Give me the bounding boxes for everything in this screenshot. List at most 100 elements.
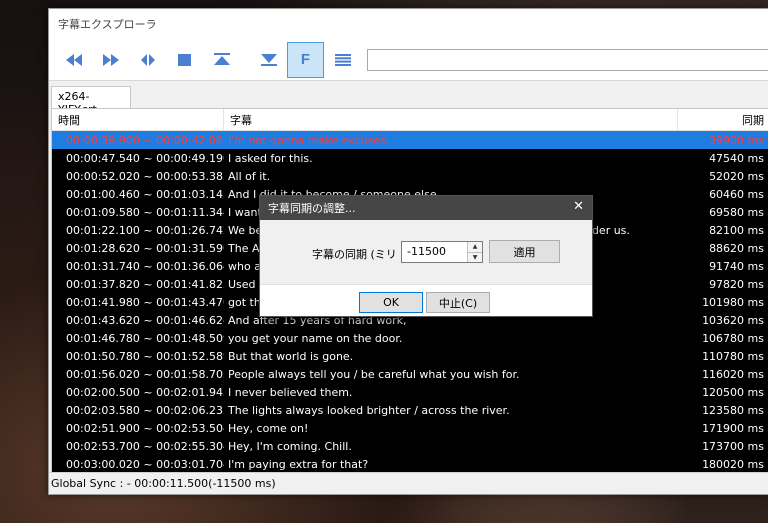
row-subtitle-text: I'm not gonna make excuses. xyxy=(228,133,390,147)
step-icon xyxy=(140,53,155,66)
rewind-icon xyxy=(65,53,82,66)
row-time: 00:00:47.540 ~ 00:00:49.190 xyxy=(66,151,224,165)
row-subtitle-text: Hey, I'm coming. Chill. xyxy=(228,439,352,453)
eject-down-button[interactable] xyxy=(250,42,287,78)
table-row[interactable]: 00:02:51.900 ~ 00:02:53.504 Hey, come on!… xyxy=(52,419,768,437)
row-sync: 171900 ms xyxy=(702,421,764,435)
table-row[interactable]: 00:02:03.580 ~ 00:02:06.231 The lights al… xyxy=(52,401,768,419)
row-sync: 106780 ms xyxy=(702,331,764,345)
eject-down-icon xyxy=(260,54,277,66)
row-sync: 88620 ms xyxy=(709,241,764,255)
column-header-time[interactable]: 時間 xyxy=(52,109,224,130)
table-row[interactable]: 00:01:56.020 ~ 00:01:58.705 People always… xyxy=(52,365,768,383)
row-sync: 47540 ms xyxy=(709,151,764,165)
eject-up-icon xyxy=(213,53,230,65)
table-row[interactable]: 00:01:50.780 ~ 00:01:52.589 But that worl… xyxy=(52,347,768,365)
dialog-body: 字幕の同期 (ミリ -11500 ▲ ▼ 適用 OK 中止(C) xyxy=(260,220,592,316)
list-button[interactable] xyxy=(324,42,361,78)
row-sync: 120500 ms xyxy=(702,385,764,399)
sync-label: 字幕の同期 (ミリ xyxy=(312,248,397,261)
rewind-button[interactable] xyxy=(55,42,92,78)
table-row[interactable]: 00:03:00.020 ~ 00:03:01.704 I'm paying ex… xyxy=(52,455,768,473)
row-sync: 97820 ms xyxy=(709,277,764,291)
close-icon[interactable]: ✕ xyxy=(573,200,584,214)
step-button[interactable] xyxy=(129,42,166,78)
row-time: 00:00:39.900 ~ 00:00:42.062 xyxy=(66,133,224,147)
global-sync-status: Global Sync : - 00:00:11.500(-11500 ms) xyxy=(51,477,276,490)
fast-forward-button[interactable] xyxy=(92,42,129,78)
row-time: 00:01:31.740 ~ 00:01:36.064 xyxy=(66,259,224,273)
font-icon: F xyxy=(300,51,311,68)
ok-button[interactable]: OK xyxy=(359,292,423,313)
stepper-up-icon[interactable]: ▲ xyxy=(468,242,482,253)
row-subtitle-text: I never believed them. xyxy=(228,385,353,399)
row-sync: 52020 ms xyxy=(709,169,764,183)
row-subtitle-text: I asked for this. xyxy=(228,151,313,165)
row-sync: 123580 ms xyxy=(702,403,764,417)
row-subtitle-text: All of it. xyxy=(228,169,271,183)
fast-forward-icon xyxy=(102,53,119,66)
dialog-footer: OK 中止(C) xyxy=(260,284,592,316)
row-time: 00:01:28.620 ~ 00:01:31.590 xyxy=(66,241,224,255)
sync-ms-value[interactable]: -11500 xyxy=(402,242,467,262)
table-row[interactable]: 00:01:46.780 ~ 00:01:48.509 you get your … xyxy=(52,329,768,347)
status-bar: Global Sync : - 00:00:11.500(-11500 ms) xyxy=(49,472,768,494)
table-row[interactable]: 00:02:00.500 ~ 00:02:01.945 I never belie… xyxy=(52,383,768,401)
sync-adjust-dialog: 字幕同期の調整... ✕ 字幕の同期 (ミリ -11500 ▲ ▼ 適用 OK … xyxy=(259,195,593,317)
cancel-button[interactable]: 中止(C) xyxy=(426,292,490,313)
font-button[interactable]: F xyxy=(287,41,324,78)
row-sync: 82100 ms xyxy=(709,223,764,237)
table-row[interactable]: 00:02:53.700 ~ 00:02:55.304 Hey, I'm comi… xyxy=(52,437,768,455)
column-header-sync[interactable]: 同期 xyxy=(678,109,768,130)
row-time: 00:01:00.460 ~ 00:01:03.145 xyxy=(66,187,224,201)
row-time: 00:01:22.100 ~ 00:01:26.742 xyxy=(66,223,224,237)
table-header: 時間 字幕 同期 xyxy=(52,109,768,131)
row-time: 00:00:52.020 ~ 00:00:53.385 xyxy=(66,169,224,183)
tab-bar: x264-YIFY.srt xyxy=(49,81,768,116)
window-title: 字幕エクスプローラ xyxy=(58,18,157,31)
row-time: 00:01:46.780 ~ 00:01:48.509 xyxy=(66,331,224,345)
row-time: 00:02:51.900 ~ 00:02:53.504 xyxy=(66,421,224,435)
row-sync: 101980 ms xyxy=(702,295,764,309)
row-subtitle-text: Hey, come on! xyxy=(228,421,309,435)
stop-icon xyxy=(178,53,191,66)
dialog-titlebar[interactable]: 字幕同期の調整... ✕ xyxy=(260,196,592,220)
sync-ms-stepper[interactable]: -11500 ▲ ▼ xyxy=(401,241,483,263)
row-time: 00:02:03.580 ~ 00:02:06.231 xyxy=(66,403,224,417)
row-sync: 69580 ms xyxy=(709,205,764,219)
window-titlebar[interactable]: 字幕エクスプローラ xyxy=(49,9,768,39)
table-row[interactable]: 00:00:47.540 ~ 00:00:49.190 I asked for t… xyxy=(52,149,768,167)
row-subtitle-text: The lights always looked brighter / acro… xyxy=(228,403,510,417)
row-sync: 180020 ms xyxy=(702,457,764,471)
row-time: 00:01:09.580 ~ 00:01:11.344 xyxy=(66,205,224,219)
column-header-text[interactable]: 字幕 xyxy=(224,109,678,130)
stepper-arrows: ▲ ▼ xyxy=(467,242,482,262)
stop-button[interactable] xyxy=(166,42,203,78)
table-row[interactable]: 00:00:39.900 ~ 00:00:42.062 I'm not gonna… xyxy=(52,131,768,149)
row-subtitle-text: you get your name on the door. xyxy=(228,331,403,345)
stepper-down-icon[interactable]: ▼ xyxy=(468,252,482,262)
row-time: 00:03:00.020 ~ 00:03:01.704 xyxy=(66,457,224,471)
row-sync: 60460 ms xyxy=(709,187,764,201)
row-time: 00:01:50.780 ~ 00:01:52.589 xyxy=(66,349,224,363)
row-time: 00:01:37.820 ~ 00:01:41.825 xyxy=(66,277,224,291)
row-sync: 173700 ms xyxy=(702,439,764,453)
row-subtitle-text: But that world is gone. xyxy=(228,349,354,363)
row-time: 00:01:41.980 ~ 00:01:43.470 xyxy=(66,295,224,309)
row-sync: 103620 ms xyxy=(702,313,764,327)
table-row[interactable]: 00:00:52.020 ~ 00:00:53.385 All of it. 520… xyxy=(52,167,768,185)
tab-srt-file[interactable]: x264-YIFY.srt xyxy=(51,86,131,116)
row-time: 00:02:00.500 ~ 00:02:01.945 xyxy=(66,385,224,399)
apply-button[interactable]: 適用 xyxy=(489,240,560,263)
dialog-title: 字幕同期の調整... xyxy=(268,202,356,215)
row-time: 00:01:56.020 ~ 00:01:58.705 xyxy=(66,367,224,381)
search-input[interactable] xyxy=(367,49,768,71)
toolbar: F xyxy=(49,39,768,81)
row-subtitle-text-tail: under us. xyxy=(578,223,630,237)
row-subtitle-text: People always tell you / be careful what… xyxy=(228,367,520,381)
row-time: 00:02:53.700 ~ 00:02:55.304 xyxy=(66,439,224,453)
eject-up-button[interactable] xyxy=(203,42,240,78)
row-sync: 39900 ms xyxy=(709,133,764,147)
row-sync: 116020 ms xyxy=(702,367,764,381)
list-icon xyxy=(334,53,351,66)
